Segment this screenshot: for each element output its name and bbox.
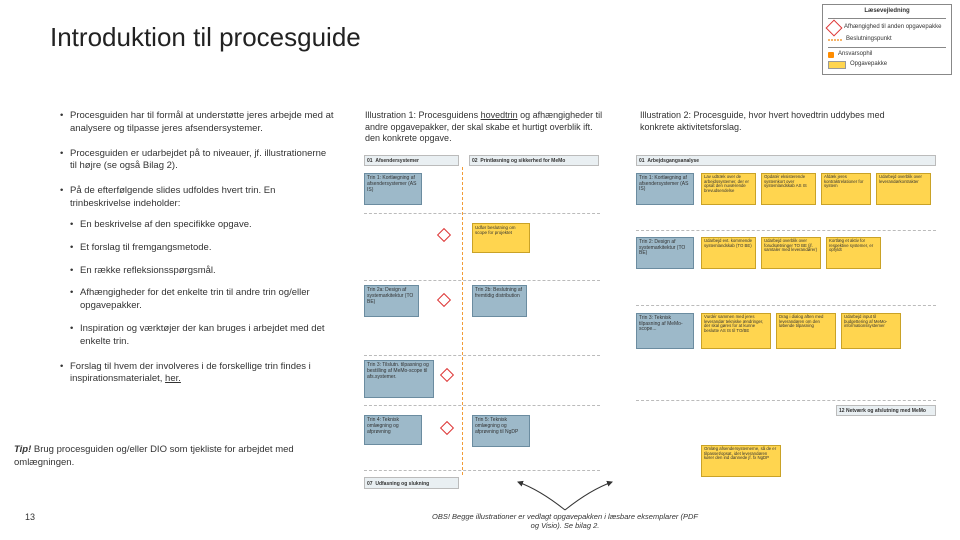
- ill2-a33: Udarbejd input til budgettering af MeMo-…: [841, 313, 901, 349]
- ill2-a31: Vurdér sammen med jeres leverandør tekni…: [701, 313, 771, 349]
- legend-row-dep: Afhængighed til anden opgavepakke: [828, 22, 946, 34]
- diamond-icon: [826, 19, 843, 36]
- yellowbox-icon: [828, 61, 846, 69]
- ill2-band-a: 01 Arbejdsgangsanalyse: [636, 155, 936, 166]
- diamond-icon: [440, 368, 454, 382]
- legend-header: Læsevejledning: [828, 8, 946, 19]
- tip-label: Tip!: [14, 444, 31, 455]
- page-number: 13: [25, 512, 35, 522]
- curved-arrows-icon: [510, 480, 620, 515]
- ill2-a41: Omlæg afsendersystemerne, så de er tilpa…: [701, 445, 781, 477]
- ill2-a23: Kortlæg et aktiv for respektive systemer…: [826, 237, 881, 269]
- ill1-activity-1: Udfør beslutning om scope for projektet: [472, 223, 530, 253]
- ill1-step-1: Trin 1: Kortlægning af afsendersystemer …: [364, 173, 422, 205]
- ill2-a21: Udarbejd evt. kommende systemlandskab (T…: [701, 237, 756, 269]
- ill1-step-3: Trin 3: Tilslutn. tilpasning og bestilli…: [364, 360, 434, 398]
- legend-box: Læsevejledning Afhængighed til anden opg…: [822, 4, 952, 75]
- sub-3: En række refleksionsspørgsmål.: [70, 265, 335, 278]
- ill1-bottom-label: Udfasning og slukning: [375, 481, 429, 487]
- legend-row-task: Opgavepakke: [828, 61, 946, 69]
- ill2-bandA-label: Arbejdsgangsanalyse: [647, 158, 699, 164]
- tip-text: Brug procesguiden og/eller DIO som tjekl…: [14, 444, 294, 468]
- ill1-bottom-band: 07 Udfasning og slukning: [364, 477, 459, 489]
- dot-icon: [828, 52, 834, 58]
- ill2-a22: Udarbejd overblik over forudsætninger TO…: [761, 237, 821, 269]
- cap1-u: hovedtrin: [481, 110, 518, 120]
- dashline-icon: [828, 36, 842, 44]
- legend-row-taskid: Ansvarsophil: [828, 51, 946, 59]
- ill1-band-a: 01 Afsendersystemer: [364, 155, 459, 166]
- legend-task-label: Opgavepakke: [850, 61, 887, 69]
- tip-block: Tip! Brug procesguiden og/eller DIO som …: [8, 440, 348, 474]
- diamond-icon: [437, 293, 451, 307]
- illustration-2-caption: Illustration 2: Procesguide, hvor hvert …: [640, 110, 920, 133]
- ill2-band-b: 12 Netværk og afslutning med MeMo: [836, 405, 936, 416]
- ill1-step-2b: Trin 2b: Beslutning af fremtidig distrib…: [472, 285, 527, 317]
- bullet-3: På de efterfølgende slides udfoldes hver…: [60, 185, 335, 348]
- bullet-3-text: På de efterfølgende slides udfoldes hver…: [70, 185, 275, 209]
- illustration-1-caption: Illustration 1: Procesguidens hovedtrin …: [365, 110, 605, 145]
- legend-row-decision: Beslutningspunkt: [828, 36, 946, 44]
- sub-4: Afhængigheder for det enkelte trin til a…: [70, 287, 335, 313]
- ill1-bandB-label: Printløsning og sikkerhed for MeMo: [480, 158, 565, 164]
- illustration-1: 01 Afsendersystemer 02 Printløsning og s…: [364, 155, 619, 505]
- illustration-2: 01 Arbejdsgangsanalyse Trin 1: Kortlægni…: [636, 155, 940, 515]
- ill1-bandA-label: Afsendersystemer: [375, 158, 419, 164]
- ill1-band01: 01: [367, 158, 373, 164]
- ill1-band07: 07: [367, 481, 373, 487]
- ill1-step-2a: Trin 2a: Design af systemarkitektur (TO …: [364, 285, 419, 317]
- ill2-a11: Lav udtræk over de arbejdssystemer, der …: [701, 173, 756, 205]
- cap1-a: Illustration 1: Procesguidens: [365, 110, 481, 120]
- bullet-4-link[interactable]: her.: [165, 373, 181, 384]
- ill2-band01: 01: [639, 158, 645, 164]
- sub-1: En beskrivelse af den specifikke opgave.: [70, 219, 335, 232]
- bullet-2: Procesguiden er udarbejdet på to niveaue…: [60, 148, 335, 174]
- ill2-step-1: Trin 1: Kortlægning af afsendersystemer …: [636, 173, 694, 205]
- left-column: Procesguiden har til formål at understøt…: [60, 110, 335, 398]
- ill2-bandB-label: Netværk og afslutning med MeMo: [846, 408, 926, 414]
- ill1-step-4: Trin 4: Teknisk omlægning og afprøvning: [364, 415, 422, 445]
- legend-dep-label: Afhængighed til anden opgavepakke: [844, 24, 941, 32]
- ill1-band02: 02: [472, 158, 478, 164]
- legend-decision-label: Beslutningspunkt: [846, 36, 892, 44]
- ill2-a12: Opdatér eksisterende systemkort over sys…: [761, 173, 816, 205]
- bullet-4-text: Forslag til hvem der involveres i de for…: [70, 361, 311, 385]
- bullet-4: Forslag til hvem der involveres i de for…: [60, 361, 335, 387]
- page-title: Introduktion til procesguide: [50, 22, 361, 53]
- ill2-a32: Drag i dialog aften med leverandøren om …: [776, 313, 836, 349]
- ill2-band12: 12: [839, 408, 845, 414]
- legend-taskid-label: Ansvarsophil: [838, 51, 872, 59]
- ill2-step-3: Trin 3: Teknisk tilpasning af MeMo-scope…: [636, 313, 694, 349]
- ill1-step-5: Trin 5: Teknisk omlægning og afprøvning …: [472, 415, 530, 447]
- ill2-a14: Udarbejd overblik over leverandørkontrak…: [876, 173, 931, 205]
- diamond-icon: [437, 228, 451, 242]
- ill2-step-2: Trin 2: Design af systemarkitektur (TO B…: [636, 237, 694, 269]
- ill2-a13: Afdæk jeres kontraktrelationer for syste…: [821, 173, 871, 205]
- sub-5: Inspiration og værktøjer der kan bruges …: [70, 323, 335, 349]
- diamond-icon: [440, 421, 454, 435]
- bullet-1: Procesguiden har til formål at understøt…: [60, 110, 335, 136]
- obs-note: OBS! Begge illustrationer er vedlagt opg…: [430, 512, 700, 530]
- ill1-band-b: 02 Printløsning og sikkerhed for MeMo: [469, 155, 599, 166]
- sub-2: Et forslag til fremgangsmetode.: [70, 242, 335, 255]
